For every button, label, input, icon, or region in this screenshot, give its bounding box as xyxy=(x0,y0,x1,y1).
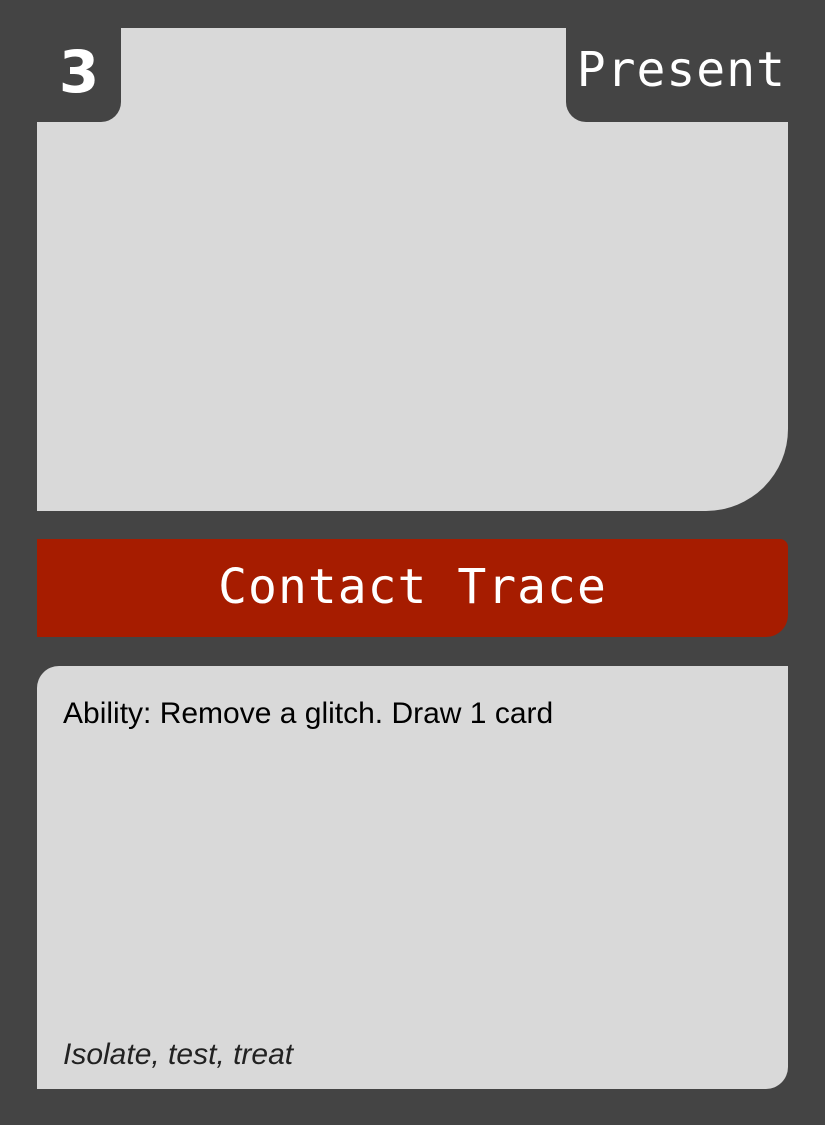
flavor-text: Isolate, test, treat xyxy=(63,1038,294,1071)
game-card[interactable]: 3 Present Contact Trace Ability: Remove … xyxy=(0,0,825,1125)
card-text-box: Ability: Remove a glitch. Draw 1 card Is… xyxy=(37,666,788,1089)
ability-text: Ability: Remove a glitch. Draw 1 card xyxy=(63,697,554,730)
era-badge: Present xyxy=(566,28,788,122)
era-label: Present xyxy=(576,42,786,98)
cost-badge: 3 xyxy=(37,28,121,122)
cost-value: 3 xyxy=(58,38,100,106)
card-title: Contact Trace xyxy=(218,559,607,615)
title-bar: Contact Trace xyxy=(37,539,788,637)
